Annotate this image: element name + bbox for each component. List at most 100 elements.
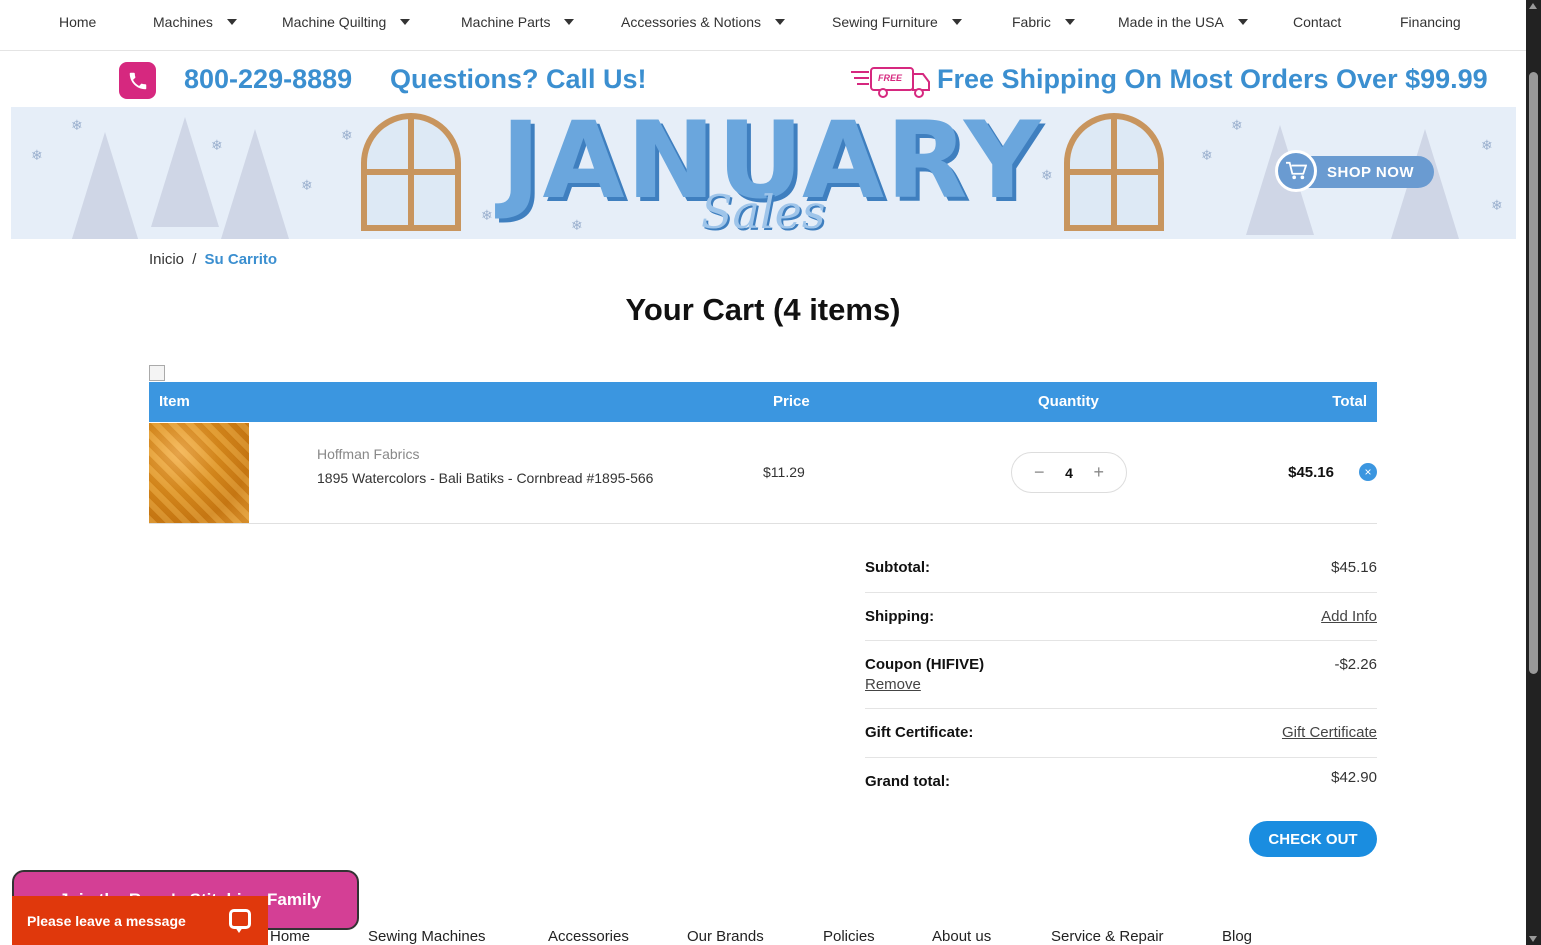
phone-number[interactable]: 800-229-8889: [184, 64, 352, 95]
snowflake-icon: ❄: [301, 177, 313, 193]
shop-now-label: SHOP NOW: [1327, 163, 1415, 181]
decrease-quantity-button[interactable]: −: [1034, 462, 1045, 483]
scrollbar-thumb[interactable]: [1529, 72, 1538, 674]
nav-item-machine-parts[interactable]: Machine Parts: [461, 14, 575, 30]
subtotal-label: Subtotal:: [865, 559, 930, 576]
product-price: $11.29: [763, 464, 805, 480]
free-shipping-text: Free Shipping On Most Orders Over $99.99: [937, 64, 1488, 94]
nav-item-sewing-furniture[interactable]: Sewing Furniture: [832, 14, 962, 30]
promo-bar: 800-229-8889 Questions? Call Us! FREE Fr…: [0, 54, 1526, 106]
nav-item-contact[interactable]: Contact: [1293, 14, 1341, 30]
nav-item-made-in-usa[interactable]: Made in the USA: [1118, 14, 1248, 30]
snowflake-icon: ❄: [1231, 117, 1243, 133]
column-header-price: Price: [773, 393, 810, 410]
quantity-value[interactable]: 4: [1065, 465, 1073, 481]
checkout-button[interactable]: CHECK OUT: [1249, 821, 1377, 857]
grand-total-row: Grand total: $42.90: [865, 758, 1377, 806]
snowflake-icon: ❄: [1491, 197, 1503, 213]
footer-link-service-repair[interactable]: Service & Repair: [1051, 928, 1164, 945]
window-icon: [1064, 113, 1164, 231]
line-total: $45.16: [1288, 464, 1334, 481]
breadcrumb-home[interactable]: Inicio: [149, 251, 184, 268]
nav-label: Made in the USA: [1118, 14, 1224, 30]
banner-subtitle: Sales: [701, 185, 826, 239]
footer-link-home[interactable]: Home: [270, 928, 310, 945]
nav-label: Accessories & Notions: [621, 14, 762, 30]
free-badge-text: FREE: [878, 73, 903, 83]
broken-image-icon: [149, 365, 165, 381]
snowflake-icon: ❄: [481, 207, 493, 223]
shop-now-button[interactable]: SHOP NOW: [1275, 150, 1434, 192]
coupon-label: Coupon (HIFIVE): [865, 656, 985, 673]
footer-link-accessories[interactable]: Accessories: [548, 928, 629, 945]
column-header-quantity: Quantity: [1038, 393, 1099, 410]
chat-widget[interactable]: Please leave a message: [12, 896, 268, 945]
grand-total-value: $42.90: [1331, 769, 1377, 786]
snowflake-icon: ❄: [341, 127, 353, 143]
gift-certificate-label: Gift Certificate:: [865, 724, 974, 741]
nav-item-machines[interactable]: Machines: [153, 14, 237, 30]
subtotal-value: $45.16: [1331, 559, 1377, 576]
product-thumbnail[interactable]: [149, 423, 249, 523]
chat-bubble-icon: [229, 909, 251, 933]
remove-item-icon[interactable]: ×: [1359, 463, 1377, 481]
add-shipping-info-link[interactable]: Add Info: [1321, 608, 1377, 625]
january-sales-banner[interactable]: ❄ ❄ ❄ ❄ ❄ ❄ ❄ ❄ ❄ ❄ ❄ ❄ JANUARY Sales SH…: [11, 107, 1516, 239]
cart-totals: Subtotal: $45.16 Shipping: Add Info Coup…: [865, 545, 1377, 806]
product-name[interactable]: 1895 Watercolors - Bali Batiks - Cornbre…: [317, 470, 653, 486]
scrollbar[interactable]: [1526, 0, 1541, 945]
coupon-value: -$2.26: [1334, 656, 1377, 673]
nav-label: Machine Quilting: [282, 14, 387, 30]
subtotal-row: Subtotal: $45.16: [865, 545, 1377, 593]
shipping-row: Shipping: Add Info: [865, 593, 1377, 641]
cart-item-row: Hoffman Fabrics 1895 Watercolors - Bali …: [149, 422, 1377, 524]
snowflake-icon: ❄: [31, 147, 43, 163]
nav-item-fabric[interactable]: Fabric: [1012, 14, 1075, 30]
product-brand: Hoffman Fabrics: [317, 446, 420, 462]
nav-label: Home: [59, 14, 97, 30]
phone-icon[interactable]: [119, 62, 156, 99]
column-header-total: Total: [1332, 393, 1367, 410]
increase-quantity-button[interactable]: +: [1093, 462, 1104, 483]
nav-label: Contact: [1293, 14, 1342, 30]
tree-icon: [221, 129, 289, 239]
nav-item-home[interactable]: Home: [59, 14, 96, 30]
nav-label: Financing: [1400, 14, 1461, 30]
chat-label: Please leave a message: [27, 912, 186, 929]
nav-item-financing[interactable]: Financing: [1400, 14, 1461, 30]
chevron-down-icon: [226, 19, 237, 25]
coupon-row: Coupon (HIFIVE) -$2.26 Remove: [865, 641, 1377, 709]
nav-label: Sewing Furniture: [832, 14, 938, 30]
scroll-down-icon[interactable]: [1529, 936, 1537, 942]
call-us-text: Questions? Call Us!: [390, 64, 647, 94]
nav-label: Machines: [153, 14, 213, 30]
footer-link-policies[interactable]: Policies: [823, 928, 875, 945]
scroll-up-icon[interactable]: [1529, 3, 1537, 9]
chevron-down-icon: [400, 19, 411, 25]
nav-label: Machine Parts: [461, 14, 551, 30]
tree-icon: [71, 132, 139, 239]
grand-total-label: Grand total:: [865, 773, 950, 790]
nav-item-accessories-notions[interactable]: Accessories & Notions: [621, 14, 786, 30]
breadcrumb-current: Su Carrito: [204, 251, 278, 268]
footer-link-sewing-machines[interactable]: Sewing Machines: [368, 928, 486, 945]
chevron-down-icon: [775, 19, 786, 25]
nav-label: Fabric: [1012, 14, 1051, 30]
gift-certificate-link[interactable]: Gift Certificate: [1282, 724, 1377, 741]
footer-link-our-brands[interactable]: Our Brands: [687, 928, 764, 945]
gift-certificate-row: Gift Certificate: Gift Certificate: [865, 709, 1377, 758]
remove-coupon-link[interactable]: Remove: [865, 676, 921, 693]
chevron-down-icon: [564, 19, 575, 25]
shipping-label: Shipping:: [865, 608, 935, 625]
footer-link-about-us[interactable]: About us: [932, 928, 991, 945]
nav-item-machine-quilting[interactable]: Machine Quilting: [282, 14, 411, 30]
page-title: Your Cart (4 items): [625, 292, 901, 327]
chevron-down-icon: [1237, 19, 1248, 25]
footer-link-blog[interactable]: Blog: [1222, 928, 1252, 945]
breadcrumb-separator: /: [192, 251, 197, 268]
free-shipping-truck-icon: FREE: [851, 66, 931, 98]
chevron-down-icon: [1064, 19, 1075, 25]
window-icon: [361, 113, 461, 231]
chevron-down-icon: [951, 19, 962, 25]
snowflake-icon: ❄: [1201, 147, 1213, 163]
